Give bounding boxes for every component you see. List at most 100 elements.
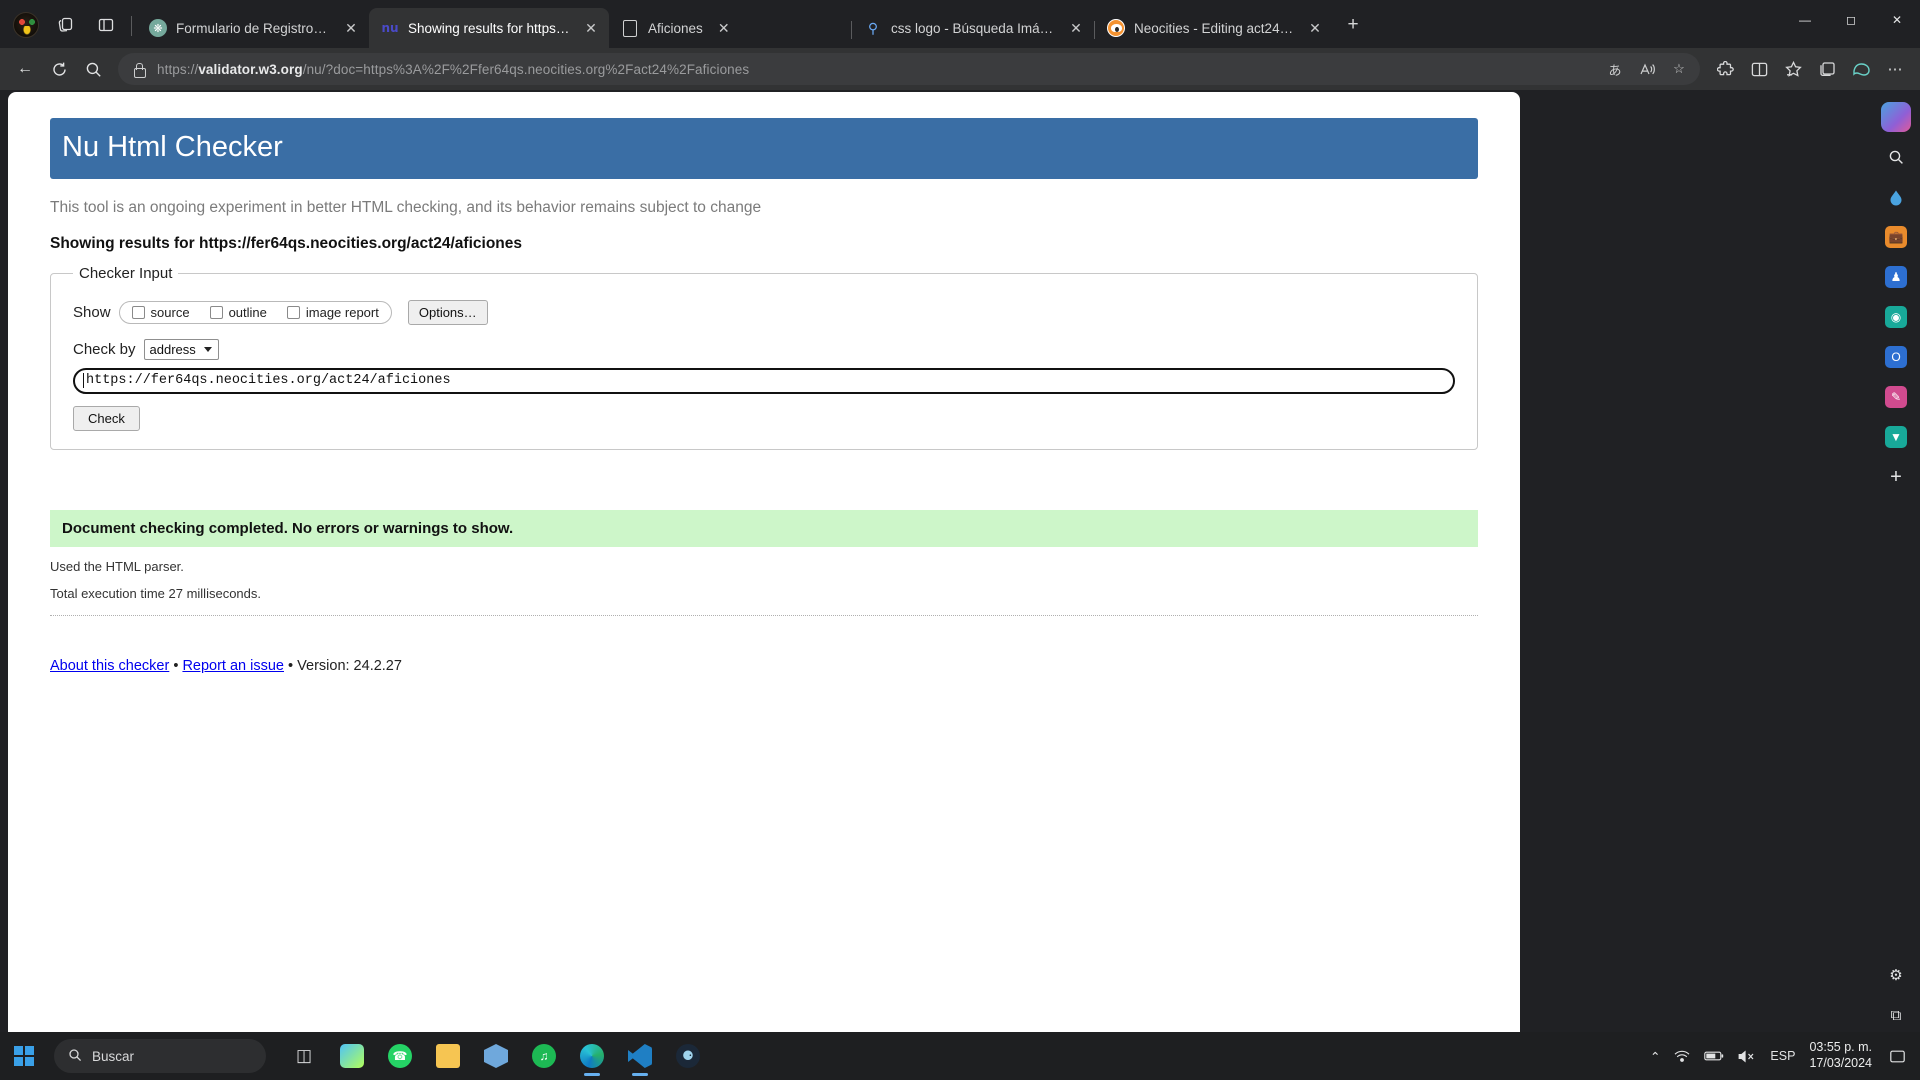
minimize-button[interactable]: — <box>1782 0 1828 40</box>
checkbox-label: image report <box>305 304 379 320</box>
nu-validator-icon: nu <box>381 21 399 35</box>
system-tray: ⌃ ESP 03:55 p. m. 17/03/2024 <box>1650 1040 1920 1071</box>
tab-title: css logo - Búsqueda Imágenes <box>891 20 1055 36</box>
polygon-app-icon[interactable] <box>474 1034 518 1078</box>
tab-aficiones[interactable]: Aficiones ✕ <box>609 8 851 48</box>
tab-formulario-de-registro-html[interactable]: ❋ Formulario de Registro HTML ✕ <box>137 8 369 48</box>
clock[interactable]: 03:55 p. m. 17/03/2024 <box>1809 1040 1872 1071</box>
checker-input-fieldset: Checker Input Show source outline image … <box>50 264 1478 450</box>
tab-close-icon[interactable]: ✕ <box>339 16 363 40</box>
expand-sidebar-icon[interactable]: ⧉ <box>1879 998 1913 1032</box>
footer-separator-2: • <box>288 657 294 674</box>
spotify-icon[interactable]: ♫ <box>522 1034 566 1078</box>
games-icon[interactable]: ♟ <box>1879 260 1913 294</box>
show-label: Show <box>73 303 111 321</box>
tab-css-logo-busqueda[interactable]: ⚲ css logo - Búsqueda Imágenes ✕ <box>852 8 1094 48</box>
maximize-button[interactable]: ◻ <box>1828 0 1874 40</box>
check-button[interactable]: Check <box>73 405 140 431</box>
about-this-checker-link[interactable]: About this checker <box>50 658 169 674</box>
split-pane-icon[interactable] <box>86 5 126 45</box>
favorites-icon[interactable] <box>1776 52 1810 86</box>
checkbox-box[interactable] <box>131 305 145 319</box>
search-icon[interactable] <box>1879 140 1913 174</box>
new-tab-label: + <box>1347 14 1359 35</box>
divider <box>50 614 1478 616</box>
copilot-icon[interactable] <box>1879 100 1913 134</box>
page-subtitle: This tool is an ongoing experiment in be… <box>50 198 762 216</box>
page-viewport: Nu Html Checker This tool is an ongoing … <box>8 92 1520 1032</box>
split-screen-icon[interactable] <box>1742 52 1776 86</box>
search-icon[interactable] <box>76 52 110 86</box>
tab-close-icon[interactable]: ✕ <box>1064 16 1088 40</box>
tab-neocities-editing[interactable]: Neocities - Editing act24/aficion ✕ <box>1095 8 1333 48</box>
refresh-icon[interactable] <box>42 52 76 86</box>
tab-showing-results[interactable]: nu Showing results for https://fer64 ✕ <box>369 8 609 48</box>
file-explorer-icon[interactable] <box>426 1034 470 1078</box>
options-button[interactable]: Options… <box>407 299 488 325</box>
volume-muted-icon[interactable] <box>1738 1050 1756 1063</box>
network-icon[interactable] <box>1674 1050 1690 1063</box>
tab-close-icon[interactable]: ✕ <box>1303 16 1327 40</box>
gear-icon[interactable]: ⚙ <box>1879 958 1913 992</box>
read-aloud-icon[interactable] <box>1632 55 1662 83</box>
extensions-icon[interactable] <box>1708 52 1742 86</box>
taskbar-search-box[interactable]: Buscar <box>54 1039 266 1073</box>
address-bar-url: https://validator.w3.org/nu/?doc=https%3… <box>157 61 750 77</box>
translate-icon[interactable]: あ <box>1600 55 1630 83</box>
check-by-select[interactable]: address <box>143 338 219 360</box>
checker-input-legend: Checker Input <box>79 264 173 282</box>
new-tab-button[interactable]: + <box>1333 5 1373 45</box>
url-input[interactable]: https://fer64qs.neocities.org/act24/afic… <box>73 367 1455 394</box>
checkbox-source[interactable]: source <box>131 305 190 320</box>
checkbox-outline[interactable]: outline <box>209 304 267 320</box>
whatsapp-icon[interactable]: ☎ <box>378 1034 422 1078</box>
outlook-icon[interactable]: O <box>1879 340 1913 374</box>
microsoft-store-icon[interactable] <box>330 1034 374 1078</box>
checkbox-label: outline <box>228 304 267 320</box>
windows-logo-icon <box>14 1046 34 1066</box>
status-message: Document checking completed. No errors o… <box>50 509 1478 547</box>
checkbox-box[interactable] <box>286 305 300 319</box>
address-bar[interactable]: https://validator.w3.org/nu/?doc=https%3… <box>118 53 1700 85</box>
steam-icon[interactable]: ⚈ <box>666 1034 710 1078</box>
clock-time: 03:55 p. m. <box>1809 1040 1872 1055</box>
report-an-issue-link[interactable]: Report an issue <box>182 658 284 674</box>
timing-note: Total execution time 27 milliseconds. <box>50 585 261 601</box>
tab-close-icon[interactable]: ✕ <box>712 16 736 40</box>
show-row: Show source outline image report Options… <box>73 299 1455 325</box>
tools-icon[interactable]: ✎ <box>1879 380 1913 414</box>
split-icon[interactable]: ▼ <box>1879 420 1913 454</box>
tab-actions-icon[interactable] <box>46 5 86 45</box>
browser-essentials-icon[interactable]: ◉ <box>1879 300 1913 334</box>
task-view-icon[interactable]: ◫ <box>282 1034 326 1078</box>
vscode-icon[interactable] <box>618 1034 662 1078</box>
language-indicator[interactable]: ESP <box>1770 1049 1795 1063</box>
collections-icon[interactable] <box>1810 52 1844 86</box>
checkbox-box[interactable] <box>209 305 223 319</box>
search-icon <box>68 1048 82 1065</box>
edge-icon[interactable] <box>570 1034 614 1078</box>
url-input-value: https://fer64qs.neocities.org/act24/afic… <box>83 373 451 389</box>
show-checkbox-group: source outline image report <box>118 300 392 324</box>
battery-icon[interactable] <box>1704 1050 1724 1062</box>
tab-title: Neocities - Editing act24/aficion <box>1134 20 1294 36</box>
more-settings-icon[interactable]: ⋯ <box>1878 52 1912 86</box>
avatar <box>13 12 39 38</box>
back-icon[interactable]: ← <box>8 52 42 86</box>
page-title: Nu Html Checker <box>50 118 1478 179</box>
show-hidden-icons-icon[interactable]: ⌃ <box>1650 1049 1660 1064</box>
add-sidebar-app-icon[interactable]: + <box>1879 460 1913 494</box>
checkbox-image-report[interactable]: image report <box>286 304 379 320</box>
profile-avatar[interactable] <box>6 5 46 45</box>
tab-title: Showing results for https://fer64 <box>408 20 570 36</box>
close-window-button[interactable]: ✕ <box>1874 0 1920 40</box>
chatgpt-icon: ❋ <box>149 19 167 37</box>
copilot-icon[interactable] <box>1844 52 1878 86</box>
tab-close-icon[interactable]: ✕ <box>579 16 603 40</box>
footer-separator: • <box>173 657 179 674</box>
favorite-star-icon[interactable]: ☆ <box>1664 55 1694 83</box>
start-button[interactable] <box>0 1032 48 1080</box>
notifications-icon[interactable] <box>1886 1041 1908 1071</box>
shopping-icon[interactable]: 💼 <box>1879 220 1913 254</box>
drop-icon[interactable] <box>1879 180 1913 214</box>
